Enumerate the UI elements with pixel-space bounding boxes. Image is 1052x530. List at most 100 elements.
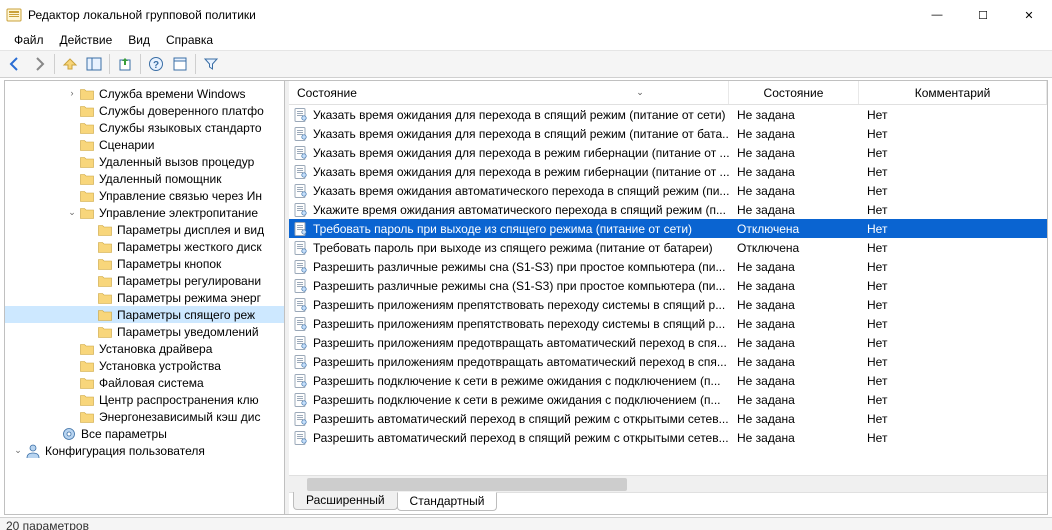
tree-item[interactable]: Сценарии xyxy=(5,136,284,153)
tree-item[interactable]: Управление связью через Ин xyxy=(5,187,284,204)
list-row[interactable]: Разрешить приложениям препятствовать пер… xyxy=(289,295,1047,314)
policy-icon xyxy=(293,430,309,446)
folder-icon xyxy=(79,103,95,119)
tree-item[interactable]: Удаленный вызов процедур xyxy=(5,153,284,170)
policy-comment: Нет xyxy=(859,355,1047,369)
menu-help[interactable]: Справка xyxy=(158,31,221,49)
chevron-down-icon[interactable]: ⌄ xyxy=(11,442,25,459)
list-header: Состояние ⌄ Состояние Комментарий xyxy=(289,81,1047,105)
tree-item[interactable]: Параметры кнопок xyxy=(5,255,284,272)
list-row[interactable]: Указать время ожидания для перехода в ре… xyxy=(289,143,1047,162)
status-bar: 20 параметров xyxy=(0,517,1052,530)
expander-none xyxy=(65,408,79,425)
folder-icon xyxy=(97,256,113,272)
list-row[interactable]: Разрешить приложениям препятствовать пер… xyxy=(289,314,1047,333)
list-row[interactable]: Укажите время ожидания автоматического п… xyxy=(289,200,1047,219)
minimize-button[interactable]: — xyxy=(914,0,960,30)
expander-none xyxy=(83,255,97,272)
policy-state: Не задана xyxy=(729,298,859,312)
column-header-comment[interactable]: Комментарий xyxy=(859,81,1047,104)
tree-item[interactable]: Параметры дисплея и вид xyxy=(5,221,284,238)
list-row[interactable]: Указать время ожидания для перехода в ре… xyxy=(289,162,1047,181)
policy-name: Разрешить приложениям препятствовать пер… xyxy=(313,317,725,331)
tree-item[interactable]: Параметры регулировани xyxy=(5,272,284,289)
close-button[interactable]: ✕ xyxy=(1006,0,1052,30)
chevron-right-icon[interactable]: › xyxy=(65,85,79,102)
column-header-name[interactable]: Состояние ⌄ xyxy=(289,81,729,104)
menu-file[interactable]: Файл xyxy=(6,31,52,49)
tree-pane[interactable]: › Служба времени WindowsСлужбы доверенног… xyxy=(5,81,285,514)
tree-item[interactable]: Службы языковых стандарто xyxy=(5,119,284,136)
folder-up-icon xyxy=(62,56,78,72)
policy-comment: Нет xyxy=(859,298,1047,312)
list-row[interactable]: Разрешить подключение к сети в режиме ож… xyxy=(289,390,1047,409)
list-row[interactable]: Указать время ожидания автоматического п… xyxy=(289,181,1047,200)
tree-item-label: Служба времени Windows xyxy=(99,87,246,101)
tree-item[interactable]: Энергонезависимый кэш дис xyxy=(5,408,284,425)
panes-button[interactable] xyxy=(83,53,105,75)
tree-item[interactable]: Параметры режима энерг xyxy=(5,289,284,306)
tree-item[interactable]: ⌄Конфигурация пользователя xyxy=(5,442,284,459)
policy-state: Не задана xyxy=(729,184,859,198)
policy-state: Не задана xyxy=(729,146,859,160)
list-row[interactable]: Разрешить приложениям предотвращать авто… xyxy=(289,333,1047,352)
back-icon xyxy=(7,56,23,72)
folder-icon xyxy=(97,324,113,340)
export-button[interactable] xyxy=(114,53,136,75)
tree-item[interactable]: Удаленный помощник xyxy=(5,170,284,187)
expander-none xyxy=(65,340,79,357)
list-row[interactable]: Разрешить различные режимы сна (S1-S3) п… xyxy=(289,257,1047,276)
tab-standard[interactable]: Стандартный xyxy=(397,492,498,511)
tree-item[interactable]: Файловая система xyxy=(5,374,284,391)
gear-icon xyxy=(61,426,77,442)
list-row[interactable]: Разрешить автоматический переход в спящи… xyxy=(289,428,1047,447)
list-row[interactable]: Разрешить подключение к сети в режиме ож… xyxy=(289,371,1047,390)
policy-icon xyxy=(293,183,309,199)
column-header-state[interactable]: Состояние xyxy=(729,81,859,104)
tree-item[interactable]: Установка драйвера xyxy=(5,340,284,357)
column-header-comment-label: Комментарий xyxy=(915,86,991,100)
list-row[interactable]: Требовать пароль при выходе из спящего р… xyxy=(289,238,1047,257)
policy-icon xyxy=(293,107,309,123)
list-row[interactable]: Указать время ожидания для перехода в сп… xyxy=(289,124,1047,143)
list-row[interactable]: Требовать пароль при выходе из спящего р… xyxy=(289,219,1047,238)
folder-icon xyxy=(79,137,95,153)
chevron-down-icon[interactable]: ⌄ xyxy=(65,204,79,221)
scrollbar-thumb[interactable] xyxy=(307,478,627,491)
policy-state: Не задана xyxy=(729,279,859,293)
filter-button[interactable] xyxy=(200,53,222,75)
help-button[interactable] xyxy=(145,53,167,75)
forward-button[interactable] xyxy=(28,53,50,75)
tree-item[interactable]: ⌄Управление электропитание xyxy=(5,204,284,221)
folder-icon xyxy=(97,222,113,238)
policy-name: Разрешить подключение к сети в режиме ож… xyxy=(313,393,721,407)
list-row[interactable]: Разрешить приложениям предотвращать авто… xyxy=(289,352,1047,371)
expander-none xyxy=(65,102,79,119)
policy-icon xyxy=(293,278,309,294)
properties-button[interactable] xyxy=(169,53,191,75)
horizontal-scrollbar[interactable] xyxy=(289,475,1047,492)
menu-view[interactable]: Вид xyxy=(120,31,158,49)
policy-comment: Нет xyxy=(859,222,1047,236)
tree-item[interactable]: Службы доверенного платфо xyxy=(5,102,284,119)
up-button[interactable] xyxy=(59,53,81,75)
tree-item[interactable]: Центр распространения клю xyxy=(5,391,284,408)
policy-comment: Нет xyxy=(859,203,1047,217)
tree-item[interactable]: Параметры спящего реж xyxy=(5,306,284,323)
list-row[interactable]: Указать время ожидания для перехода в сп… xyxy=(289,105,1047,124)
policy-name: Указать время ожидания для перехода в сп… xyxy=(313,108,726,122)
title-bar: Редактор локальной групповой политики — … xyxy=(0,0,1052,30)
back-button[interactable] xyxy=(4,53,26,75)
tab-extended[interactable]: Расширенный xyxy=(293,492,398,510)
tree-item[interactable]: Параметры уведомлений xyxy=(5,323,284,340)
list-body[interactable]: Указать время ожидания для перехода в сп… xyxy=(289,105,1047,475)
tree-item[interactable]: Все параметры xyxy=(5,425,284,442)
tree-item[interactable]: Установка устройства xyxy=(5,357,284,374)
policy-icon xyxy=(293,392,309,408)
tree-item[interactable]: › Служба времени Windows xyxy=(5,85,284,102)
list-row[interactable]: Разрешить автоматический переход в спящи… xyxy=(289,409,1047,428)
list-row[interactable]: Разрешить различные режимы сна (S1-S3) п… xyxy=(289,276,1047,295)
maximize-button[interactable]: ☐ xyxy=(960,0,1006,30)
menu-action[interactable]: Действие xyxy=(52,31,121,49)
tree-item[interactable]: Параметры жесткого диск xyxy=(5,238,284,255)
